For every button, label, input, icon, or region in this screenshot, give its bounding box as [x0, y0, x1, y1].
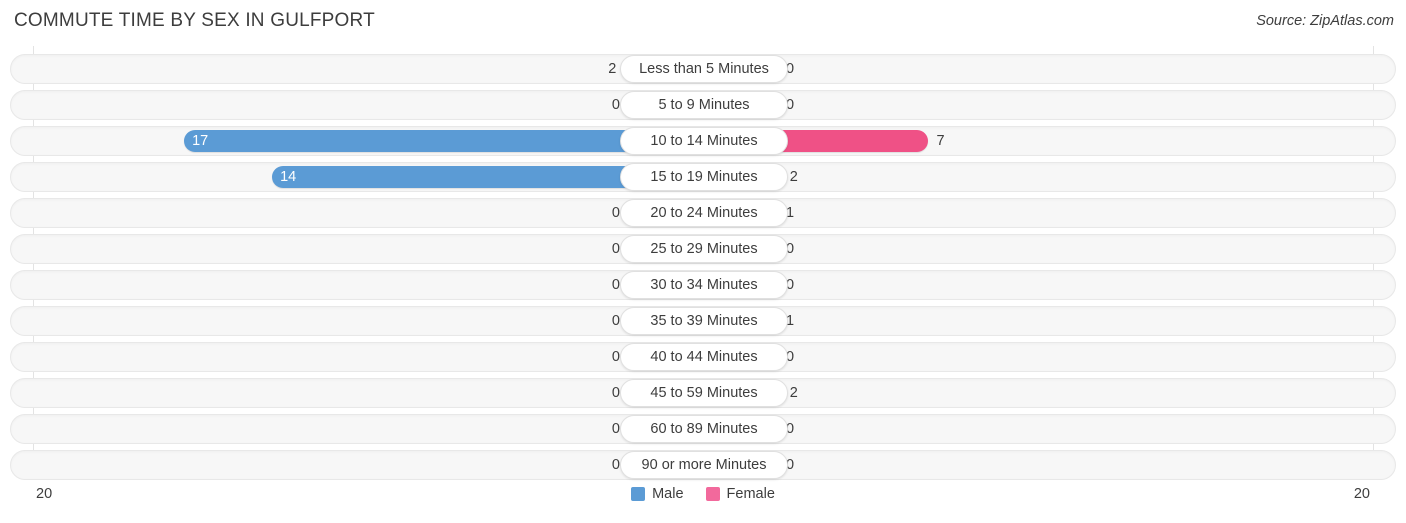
category-label-pill: 5 to 9 Minutes [620, 91, 788, 119]
category-label-pill: 20 to 24 Minutes [620, 199, 788, 227]
female-value-label: 0 [786, 421, 795, 437]
male-value-label: 0 [611, 421, 620, 437]
male-value-label: 0 [611, 97, 620, 113]
chart-row: 0 0 25 to 29 Minutes [10, 234, 1396, 264]
category-label-pill: 45 to 59 Minutes [620, 379, 788, 407]
legend-item-male[interactable]: Male [631, 486, 684, 502]
female-value-label: 0 [786, 241, 795, 257]
female-value-label: 1 [786, 313, 795, 329]
category-label-pill: 30 to 34 Minutes [620, 271, 788, 299]
male-value-label: 0 [611, 241, 620, 257]
female-value-label: 0 [786, 97, 795, 113]
category-label-pill: 60 to 89 Minutes [620, 415, 788, 443]
legend-label: Female [726, 486, 775, 502]
male-value-label: 0 [611, 349, 620, 365]
chart-row: 0 0 90 or more Minutes [10, 450, 1396, 480]
chart-row: 0 1 20 to 24 Minutes [10, 198, 1396, 228]
category-label-pill: 25 to 29 Minutes [620, 235, 788, 263]
male-value-label: 0 [611, 313, 620, 329]
legend-swatch-icon [705, 487, 720, 501]
chart-row: 0 05 to 9 Minutes [10, 90, 1396, 120]
female-value-label: 2 [789, 169, 798, 185]
chart-row: 0 1 35 to 39 Minutes [10, 306, 1396, 336]
source-attribution: Source: ZipAtlas.com [1256, 13, 1394, 29]
category-label-pill: Less than 5 Minutes [620, 55, 788, 83]
legend-label: Male [652, 486, 684, 502]
category-label-pill: 40 to 44 Minutes [620, 343, 788, 371]
chart-row: 0 0 40 to 44 Minutes [10, 342, 1396, 372]
chart-row: 0 2 45 to 59 Minutes [10, 378, 1396, 408]
female-value-label: 0 [786, 457, 795, 473]
page-title: COMMUTE TIME BY SEX IN GULFPORT [14, 10, 375, 31]
male-value-label: 14 [280, 169, 297, 185]
category-label-pill: 35 to 39 Minutes [620, 307, 788, 335]
male-value-label: 0 [611, 385, 620, 401]
male-value-label: 0 [611, 277, 620, 293]
male-value-label: 2 [608, 61, 617, 77]
female-value-label: 2 [789, 385, 798, 401]
legend-item-female[interactable]: Female [705, 486, 775, 502]
female-value-label: 0 [786, 277, 795, 293]
female-value-label: 1 [786, 205, 795, 221]
male-value-label: 0 [611, 205, 620, 221]
chart-legend: Male Female [0, 486, 1406, 502]
category-label-pill: 10 to 14 Minutes [620, 127, 788, 155]
male-bar[interactable] [184, 130, 683, 152]
male-value-label: 17 [192, 133, 209, 149]
category-label-pill: 15 to 19 Minutes [620, 163, 788, 191]
chart-row: 17 7 10 to 14 Minutes [10, 126, 1396, 156]
male-value-label: 0 [611, 457, 620, 473]
chart-row: 2 0 Less than 5 Minutes [10, 54, 1396, 84]
female-value-label: 0 [786, 61, 795, 77]
female-value-label: 0 [786, 349, 795, 365]
category-label-pill: 90 or more Minutes [620, 451, 788, 479]
chart-row: 0 0 30 to 34 Minutes [10, 270, 1396, 300]
diverging-bar-plot: 2 0 Less than 5 Minutes 0 0 5 to 9 Minutes 17 7… [0, 46, 1406, 480]
chart-header: COMMUTE TIME BY SEX IN GULFPORT Source: … [0, 0, 1406, 44]
chart-footer: 20 20 Male Female [0, 480, 1406, 523]
female-value-label: 7 [936, 133, 945, 149]
chart-row: 14 2 15 to 19 Minutes [10, 162, 1396, 192]
legend-swatch-icon [631, 487, 646, 501]
chart-row: 0 0 60 to 89 Minutes [10, 414, 1396, 444]
